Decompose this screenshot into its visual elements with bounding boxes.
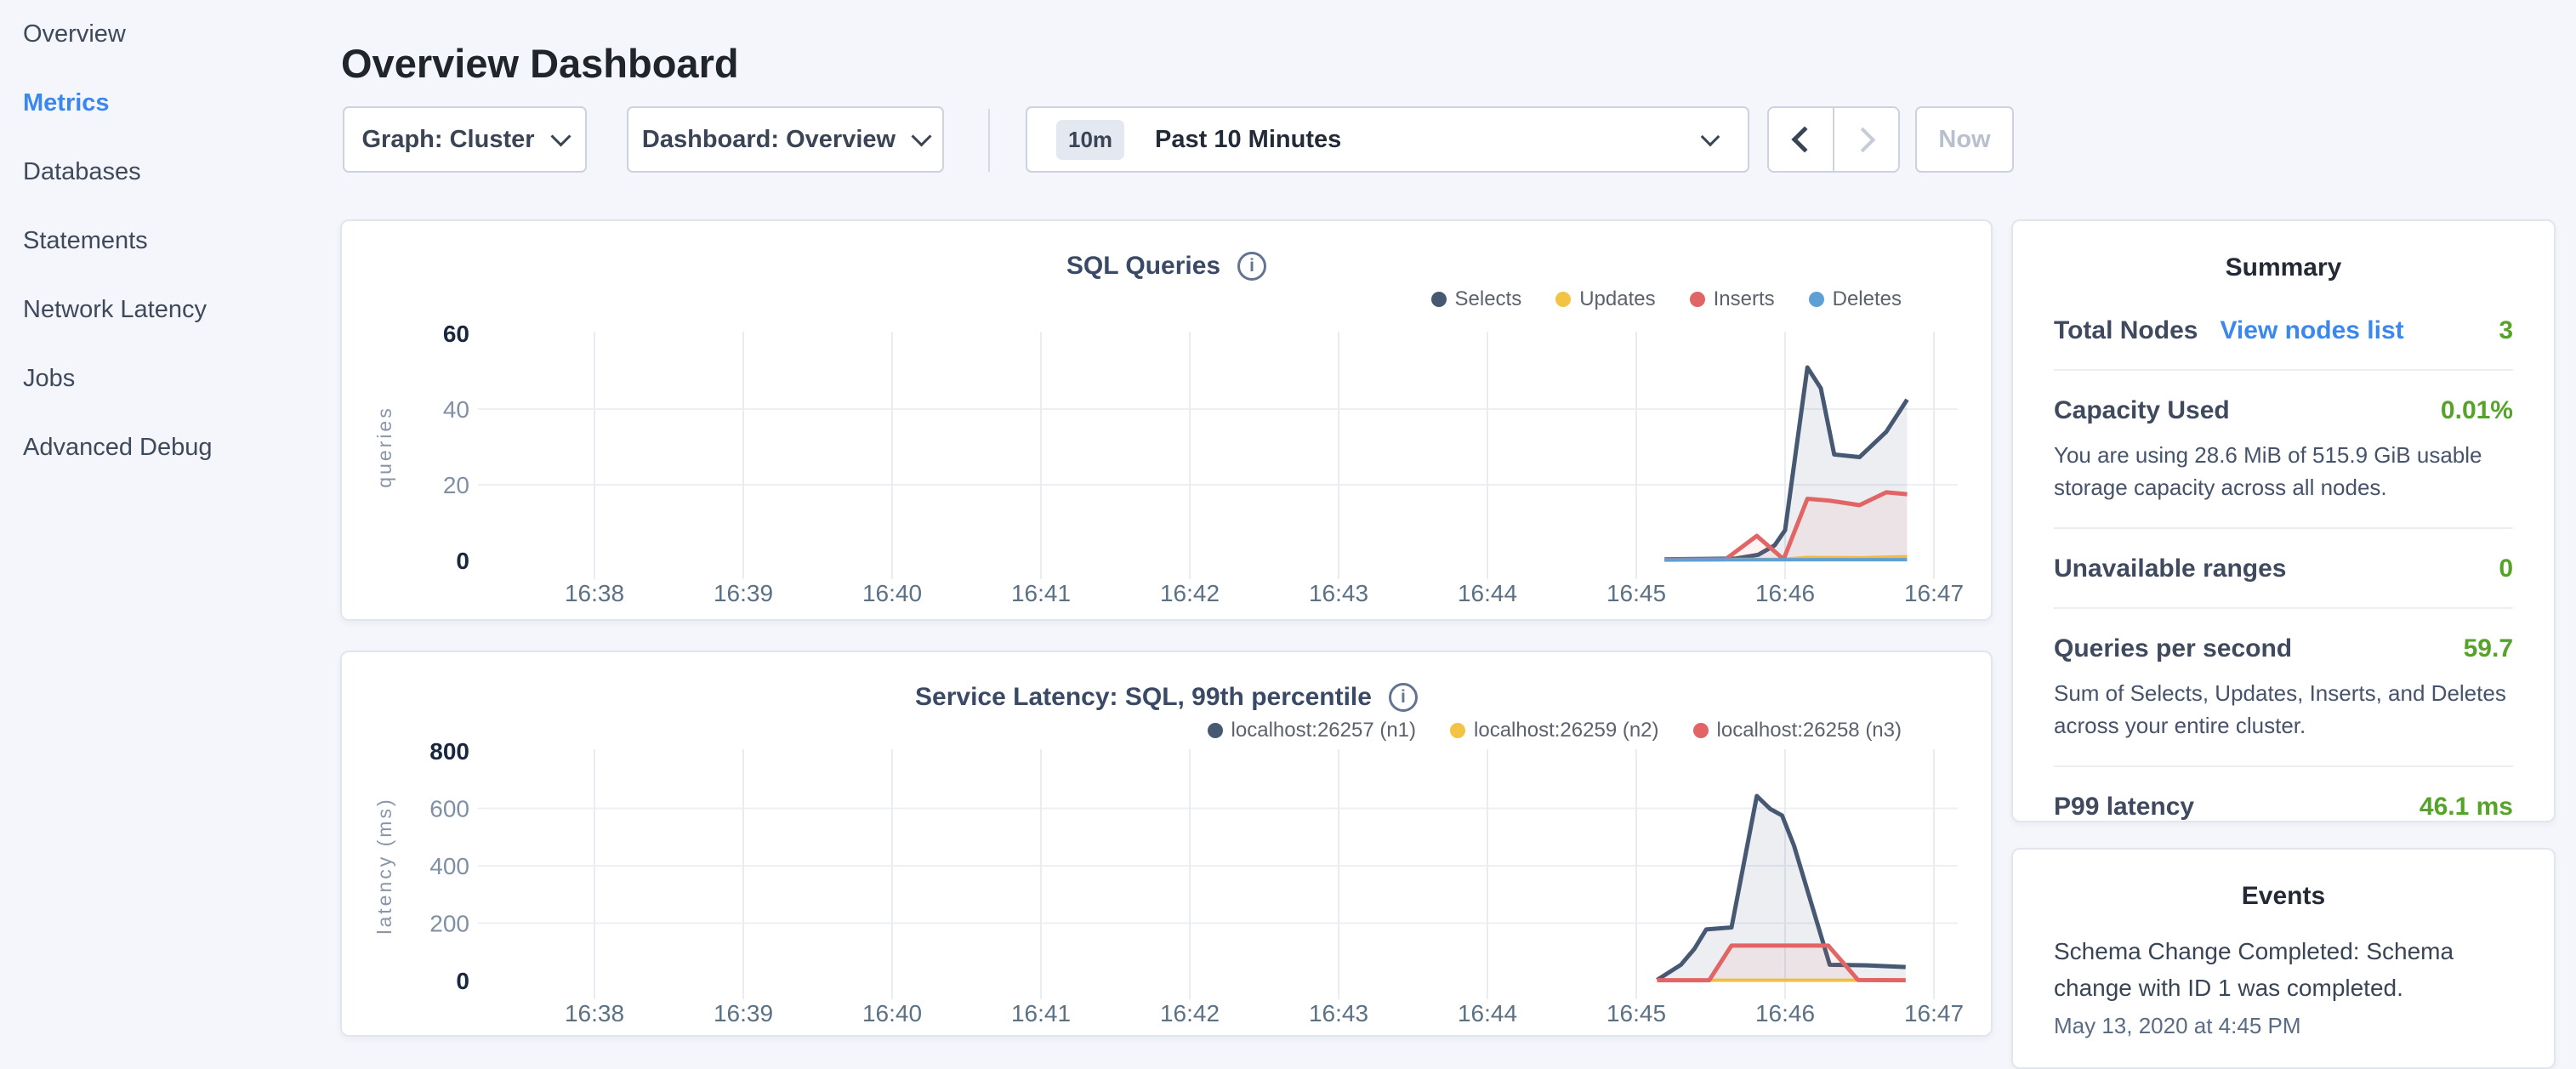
summary-rows: Total Nodes View nodes list 3 Capacity Used… bbox=[2013, 282, 2554, 845]
view-nodes-list-link[interactable]: View nodes list bbox=[2220, 316, 2403, 345]
service-latency-chart: 0 200 400 600 800 16:38 16:39 16:40 16:41 16:42 16… bbox=[342, 652, 1991, 1035]
sidebar: OverviewMetricsDatabasesStatementsNetwor… bbox=[0, 0, 340, 482]
sidebar-item-jobs[interactable]: Jobs bbox=[0, 344, 340, 413]
svg-text:600: 600 bbox=[429, 796, 469, 822]
sidebar-item-databases[interactable]: Databases bbox=[0, 138, 340, 207]
previous-time-button[interactable] bbox=[1769, 108, 1834, 171]
graph-dropdown[interactable]: Graph: Cluster bbox=[343, 106, 587, 173]
summary-row-label: P99 latency bbox=[2054, 793, 2194, 822]
event-text: Schema Change Completed: Schema change w… bbox=[2054, 933, 2513, 1006]
chevron-left-icon bbox=[1791, 126, 1817, 152]
summary-row-description: Sum of Selects, Updates, Inserts, and De… bbox=[2054, 677, 2513, 742]
svg-text:16:47: 16:47 bbox=[1904, 1000, 1964, 1026]
svg-text:200: 200 bbox=[429, 911, 469, 937]
next-time-button[interactable] bbox=[1834, 108, 1898, 171]
sidebar-item-overview[interactable]: Overview bbox=[0, 0, 340, 69]
svg-text:0: 0 bbox=[456, 968, 469, 994]
svg-text:40: 40 bbox=[443, 396, 469, 423]
events-list: Schema Change Completed: Schema change w… bbox=[2013, 911, 2554, 1039]
svg-text:800: 800 bbox=[429, 738, 469, 765]
svg-text:16:44: 16:44 bbox=[1458, 580, 1517, 606]
svg-text:16:39: 16:39 bbox=[714, 1000, 773, 1026]
svg-text:queries: queries bbox=[373, 406, 395, 487]
sidebar-item-network-latency[interactable]: Network Latency bbox=[0, 276, 340, 344]
now-button-label: Now bbox=[1938, 126, 1990, 154]
svg-text:16:42: 16:42 bbox=[1160, 580, 1220, 606]
summary-row-description: You are using 28.6 MiB of 515.9 GiB usab… bbox=[2054, 439, 2513, 503]
svg-text:16:47: 16:47 bbox=[1904, 580, 1964, 606]
svg-text:16:46: 16:46 bbox=[1755, 1000, 1815, 1026]
graph-dropdown-label: Graph: Cluster bbox=[361, 126, 534, 154]
svg-text:16:44: 16:44 bbox=[1458, 1000, 1517, 1026]
svg-text:16:41: 16:41 bbox=[1011, 1000, 1071, 1026]
svg-text:16:40: 16:40 bbox=[862, 1000, 922, 1026]
dashboard-dropdown-label: Dashboard: Overview bbox=[642, 126, 896, 154]
time-step-buttons bbox=[1767, 106, 1900, 173]
time-range-label: Past 10 Minutes bbox=[1155, 126, 1341, 154]
summary-row: Capacity Used 0.01% You are using 28.6 MiB… bbox=[2054, 371, 2513, 529]
summary-row-label: Unavailable ranges bbox=[2054, 554, 2286, 583]
svg-text:16:45: 16:45 bbox=[1606, 580, 1666, 606]
svg-text:16:46: 16:46 bbox=[1755, 580, 1815, 606]
summary-row: Queries per second 59.7 Sum of Selects, Up… bbox=[2054, 609, 2513, 767]
event-item[interactable]: Schema Change Completed: Schema change w… bbox=[2013, 911, 2554, 1039]
summary-row-value: 59.7 bbox=[2464, 634, 2513, 663]
svg-text:16:42: 16:42 bbox=[1160, 1000, 1220, 1026]
now-button[interactable]: Now bbox=[1915, 106, 2014, 173]
summary-heading: Summary bbox=[2013, 221, 2554, 282]
page-title: Overview Dashboard bbox=[341, 40, 739, 87]
svg-text:latency (ms): latency (ms) bbox=[373, 797, 395, 934]
events-panel: Events Schema Change Completed: Schema c… bbox=[2011, 848, 2556, 1069]
svg-text:0: 0 bbox=[456, 548, 469, 574]
svg-text:20: 20 bbox=[443, 472, 469, 498]
events-heading: Events bbox=[2013, 850, 2554, 911]
summary-panel: Summary Total Nodes View nodes list 3 Capac… bbox=[2011, 219, 2556, 822]
summary-row: Unavailable ranges 0 bbox=[2054, 529, 2513, 609]
sidebar-item-statements[interactable]: Statements bbox=[0, 207, 340, 276]
svg-text:16:39: 16:39 bbox=[714, 580, 773, 606]
svg-text:16:41: 16:41 bbox=[1011, 580, 1071, 606]
summary-row-label: Queries per second bbox=[2054, 634, 2292, 663]
summary-row-value: 0 bbox=[2499, 554, 2513, 583]
svg-text:16:38: 16:38 bbox=[565, 1000, 624, 1026]
time-range-badge: 10m bbox=[1056, 120, 1124, 160]
svg-text:400: 400 bbox=[429, 853, 469, 879]
summary-row: Total Nodes View nodes list 3 bbox=[2054, 291, 2513, 371]
chevron-down-icon bbox=[912, 126, 932, 146]
summary-row-label: Total Nodes bbox=[2054, 316, 2198, 345]
toolbar-divider bbox=[988, 109, 990, 172]
svg-text:16:38: 16:38 bbox=[565, 580, 624, 606]
chevron-right-icon bbox=[1851, 127, 1876, 152]
svg-text:60: 60 bbox=[443, 321, 469, 347]
sql-queries-chart-card: SQL Queries i SelectsUpdatesInsertsDelet… bbox=[340, 219, 1993, 621]
event-timestamp: May 13, 2020 at 4:45 PM bbox=[2054, 1013, 2513, 1039]
summary-row-value: 0.01% bbox=[2441, 396, 2513, 425]
svg-text:16:45: 16:45 bbox=[1606, 1000, 1666, 1026]
summary-row-value: 46.1 ms bbox=[2420, 793, 2513, 822]
summary-row-value: 3 bbox=[2499, 316, 2513, 345]
time-range-selector[interactable]: 10m Past 10 Minutes bbox=[1026, 106, 1749, 173]
sql-queries-chart: 0 20 40 60 16:38 16:39 16:40 16:41 16:42 16:43 16:… bbox=[342, 221, 1991, 619]
sidebar-item-advanced-debug[interactable]: Advanced Debug bbox=[0, 413, 340, 482]
chevron-down-icon bbox=[550, 126, 571, 146]
sidebar-item-metrics[interactable]: Metrics bbox=[0, 69, 340, 138]
summary-row-label: Capacity Used bbox=[2054, 396, 2230, 425]
dashboard-dropdown[interactable]: Dashboard: Overview bbox=[627, 106, 944, 173]
svg-text:16:40: 16:40 bbox=[862, 580, 922, 606]
svg-text:16:43: 16:43 bbox=[1309, 1000, 1368, 1026]
service-latency-chart-card: Service Latency: SQL, 99th percentile i … bbox=[340, 651, 1993, 1037]
svg-text:16:43: 16:43 bbox=[1309, 580, 1368, 606]
summary-row: P99 latency 46.1 ms bbox=[2054, 767, 2513, 845]
chevron-down-icon bbox=[1701, 128, 1720, 147]
